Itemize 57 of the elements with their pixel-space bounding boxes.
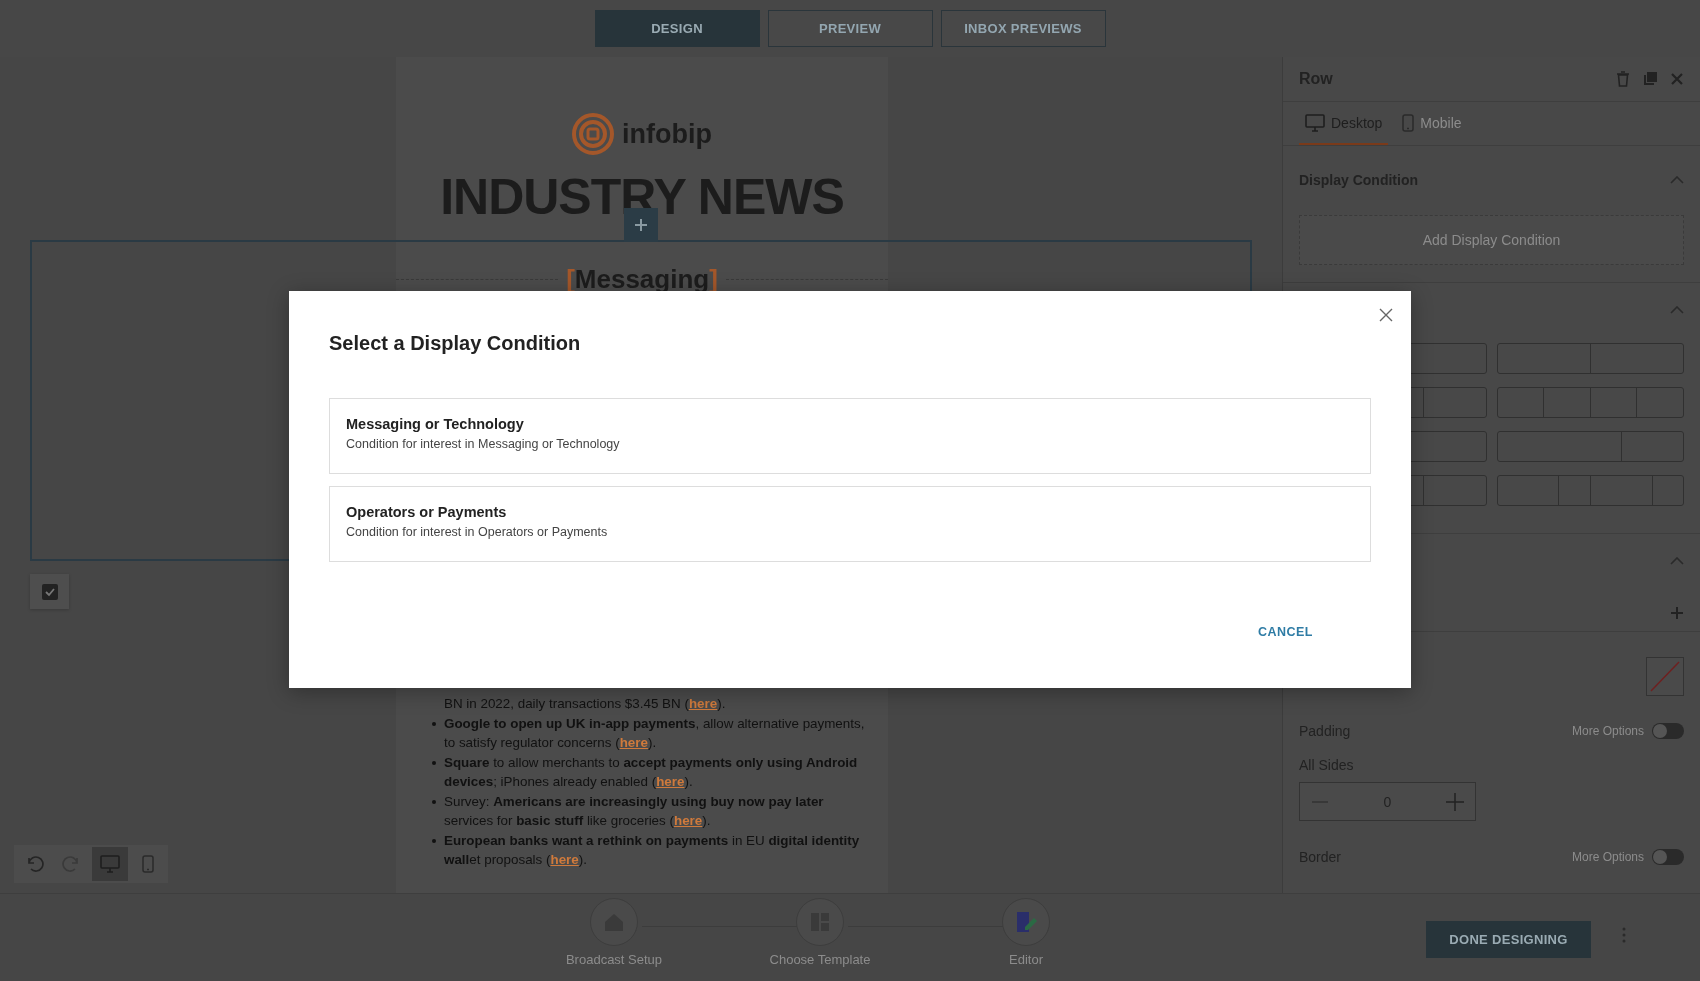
- here-link[interactable]: here: [656, 774, 685, 789]
- more-options-toggle[interactable]: [1652, 723, 1684, 739]
- column-layout-option[interactable]: [1496, 475, 1684, 506]
- cancel-button[interactable]: CANCEL: [1241, 617, 1329, 647]
- more-options-label: More Options: [1571, 850, 1644, 864]
- option-title: Messaging or Technology: [346, 416, 524, 432]
- column-layout-option[interactable]: [1496, 387, 1684, 418]
- desktop-icon: [1305, 113, 1325, 132]
- chevron-up-icon[interactable]: [1670, 306, 1684, 314]
- mobile-phone-icon: [1402, 113, 1415, 132]
- plus-icon[interactable]: [1446, 792, 1464, 811]
- news-item: Square to allow merchants to accept payments only using Android devices; iPhones already enabled (here).: [432, 752, 870, 792]
- copy-icon: [1642, 71, 1658, 87]
- news-item: Google to open up UK in-app payments, allow alternative payments, to satisfy regulator concerns (here).: [432, 713, 870, 753]
- logo-icon: [572, 113, 614, 155]
- duplicate-button[interactable]: [1642, 71, 1658, 87]
- device-tab[interactable]: Mobile: [1396, 102, 1468, 145]
- here-link[interactable]: here: [673, 813, 703, 828]
- document-pen-icon: [1014, 910, 1038, 934]
- no-color-swatch[interactable]: [1646, 657, 1684, 696]
- mode-tab[interactable]: INBOX PREVIEWS: [940, 10, 1106, 47]
- mobile-phone-icon: [142, 855, 154, 873]
- plus-icon: [1670, 606, 1684, 620]
- option-title: Operators or Payments: [346, 504, 507, 520]
- news-item: Survey: Americans are increasingly using buy now pay later services for basic stuff like groceries (here).: [432, 791, 870, 831]
- done-designing-button[interactable]: DONE DESIGNING: [1426, 921, 1591, 958]
- add-button[interactable]: [1670, 606, 1684, 620]
- close-icon: [1379, 308, 1393, 322]
- row-checkbox[interactable]: [30, 574, 69, 609]
- step-button[interactable]: [1002, 898, 1050, 946]
- chevron-up-icon[interactable]: [1670, 176, 1684, 184]
- option-description: Condition for interest in Messaging or Technology: [346, 437, 620, 451]
- more-options-toggle[interactable]: [1652, 849, 1684, 865]
- step-label: Editor: [1009, 952, 1043, 967]
- delete-button[interactable]: [1616, 71, 1630, 87]
- chevron-up-icon[interactable]: [1670, 557, 1684, 565]
- plus-icon: [634, 218, 648, 232]
- here-link[interactable]: here: [550, 852, 579, 867]
- column-layout-option[interactable]: [1496, 431, 1684, 462]
- desktop-icon: [100, 855, 120, 873]
- step-label: Choose Template: [769, 952, 871, 967]
- condition-option[interactable]: Operators or Payments Condition for interest in Operators or Payments: [329, 486, 1371, 562]
- trash-icon: [1616, 71, 1630, 87]
- mode-tab[interactable]: PREVIEW: [767, 10, 933, 47]
- close-icon: [1670, 72, 1684, 86]
- column-layout-option[interactable]: [1496, 343, 1684, 374]
- more-options-label: More Options: [1571, 724, 1644, 738]
- here-link[interactable]: here: [619, 735, 648, 750]
- mode-tab[interactable]: DESIGN: [594, 10, 760, 47]
- dialog-title: Select a Display Condition: [329, 331, 582, 356]
- news-item: European banks want a rethink on payments in EU digital identity wallet proposals (here).: [432, 830, 870, 870]
- step-label: Broadcast Setup: [565, 952, 663, 967]
- here-link[interactable]: here: [688, 696, 718, 711]
- add-display-condition-button[interactable]: Add Display Condition: [1299, 215, 1684, 265]
- condition-option[interactable]: Messaging or Technology Condition for interest in Messaging or Technology: [329, 398, 1371, 474]
- desktop-view-button[interactable]: [92, 847, 128, 881]
- option-description: Condition for interest in Operators or Payments: [346, 525, 608, 539]
